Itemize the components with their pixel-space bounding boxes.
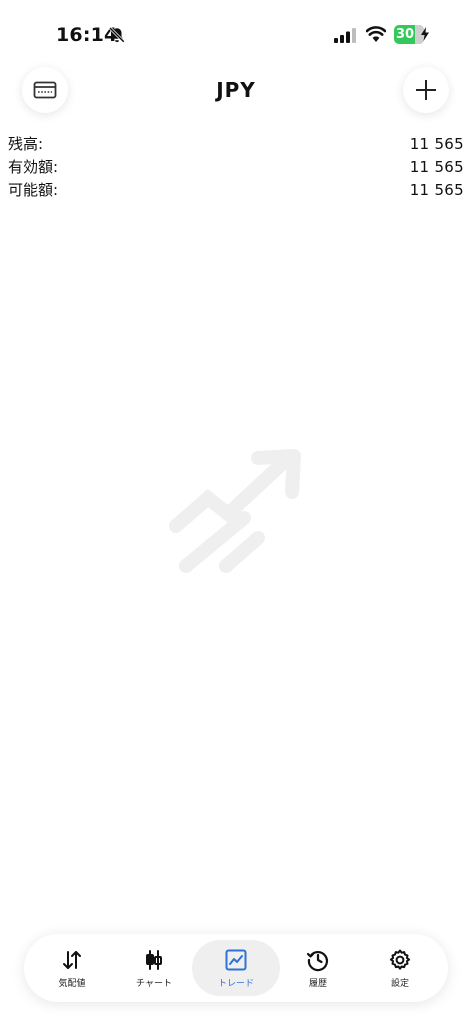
equity-value: 11 565 bbox=[409, 157, 464, 176]
trade-chart-icon bbox=[225, 949, 247, 971]
free-margin-label: 可能額: bbox=[8, 181, 59, 199]
nav-label: 気配値 bbox=[58, 979, 86, 989]
history-icon bbox=[306, 951, 329, 972]
nav-label: 履歴 bbox=[308, 979, 327, 989]
nav-history[interactable]: 履歴 bbox=[274, 940, 362, 996]
candlestick-icon bbox=[146, 950, 162, 970]
nav-chart[interactable]: チャート bbox=[110, 940, 198, 996]
trade-screen: 16:14 30 JPY 残高: 11 565 有効額: 11 565 可能額:… bbox=[0, 0, 472, 1024]
gear-icon bbox=[389, 949, 411, 970]
battery-indicator: 30 bbox=[394, 25, 429, 44]
status-bar: 16:14 30 bbox=[0, 0, 472, 70]
nav-quotes[interactable]: 気配値 bbox=[28, 940, 116, 996]
balance-value: 11 565 bbox=[409, 134, 464, 153]
nav-settings[interactable]: 設定 bbox=[356, 940, 444, 996]
nav-label: トレード bbox=[217, 979, 254, 989]
free-margin-row: 可能額: 11 565 bbox=[8, 178, 464, 201]
equity-label: 有効額: bbox=[8, 158, 59, 176]
free-margin-value: 11 565 bbox=[409, 180, 464, 199]
add-button[interactable] bbox=[403, 67, 449, 113]
bottom-nav: 気配値 チャート トレード 履歴 設定 bbox=[24, 934, 448, 1002]
nav-trade[interactable]: トレード bbox=[192, 940, 280, 996]
nav-label: チャート bbox=[136, 979, 172, 989]
battery-level: 30 bbox=[396, 27, 415, 42]
equity-row: 有効額: 11 565 bbox=[8, 155, 464, 178]
plus-icon bbox=[416, 80, 436, 100]
balance-row: 残高: 11 565 bbox=[8, 132, 464, 155]
wifi-icon bbox=[366, 26, 386, 42]
trade-empty-state-icon bbox=[169, 449, 301, 573]
signal-icon bbox=[334, 28, 356, 43]
balance-label: 残高: bbox=[8, 135, 44, 153]
balance-summary: 残高: 11 565 有効額: 11 565 可能額: 11 565 bbox=[8, 132, 464, 201]
bell-off-icon bbox=[109, 27, 125, 43]
page-title: JPY bbox=[216, 78, 256, 102]
charging-bolt-icon bbox=[421, 27, 429, 41]
arrows-up-down-icon bbox=[63, 951, 81, 969]
nav-label: 設定 bbox=[390, 979, 409, 989]
